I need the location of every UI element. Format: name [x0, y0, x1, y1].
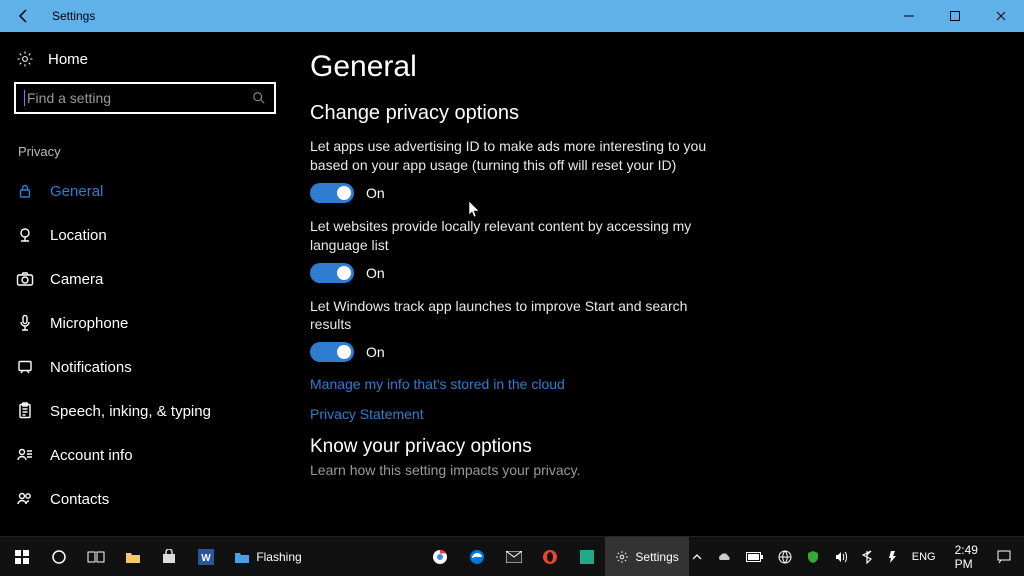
titlebar: Settings [0, 0, 1024, 32]
toggle-app-launches[interactable] [310, 342, 354, 362]
sidebar-item-contacts[interactable]: Contacts [14, 477, 282, 521]
taskbar: W Flashing Settings ENG 2:49 PM [0, 536, 1024, 576]
bluetooth-icon[interactable] [859, 537, 875, 576]
link-privacy-statement[interactable]: Privacy Statement [310, 406, 984, 422]
taskbar-app-store[interactable] [151, 537, 188, 576]
taskbar-app-word[interactable]: W [188, 537, 225, 576]
onedrive-icon[interactable] [713, 537, 735, 576]
taskbar-app-mail[interactable] [495, 537, 532, 576]
sidebar-item-location[interactable]: Location [14, 213, 282, 257]
network-icon[interactable] [775, 537, 795, 576]
taskbar-app-generic[interactable] [569, 537, 606, 576]
minimize-button[interactable] [886, 0, 932, 32]
taskbar-app-opera[interactable] [532, 537, 569, 576]
toggle-state-label: On [366, 185, 385, 201]
svg-text:W: W [201, 553, 211, 564]
link-manage-cloud[interactable]: Manage my info that's stored in the clou… [310, 376, 984, 392]
know-subtext: Learn how this setting impacts your priv… [310, 462, 984, 478]
start-button[interactable] [4, 537, 41, 576]
location-icon [16, 226, 34, 244]
taskbar-app-flashing[interactable]: Flashing [224, 537, 311, 576]
sidebar-item-label: Camera [50, 271, 103, 288]
option-description: Let Windows track app launches to improv… [310, 297, 730, 335]
search-input[interactable] [14, 82, 276, 114]
tray-overflow-icon[interactable] [689, 537, 705, 576]
option-advertising-id: Let apps use advertising ID to make ads … [310, 137, 730, 203]
page-title: General [310, 50, 984, 84]
know-title: Know your privacy options [310, 436, 984, 458]
home-label: Home [48, 51, 88, 68]
task-view-button[interactable] [77, 537, 114, 576]
contacts-icon [16, 490, 34, 508]
notifications-icon [16, 358, 34, 376]
option-description: Let apps use advertising ID to make ads … [310, 137, 730, 175]
sidebar: Home Privacy General Location Camera Mic… [0, 32, 300, 536]
taskbar-app-edge[interactable] [459, 537, 496, 576]
toggle-state-label: On [366, 344, 385, 360]
cortana-button[interactable] [41, 537, 78, 576]
sidebar-item-general[interactable]: General [14, 169, 282, 213]
taskbar-app-explorer[interactable] [114, 537, 151, 576]
option-app-launches: Let Windows track app launches to improv… [310, 297, 730, 363]
main-content: General Change privacy options Let apps … [300, 32, 1024, 536]
volume-icon[interactable] [831, 537, 851, 576]
back-button[interactable] [0, 0, 48, 32]
microphone-icon [16, 314, 34, 332]
home-button[interactable]: Home [14, 46, 282, 82]
taskbar-app-chrome[interactable] [422, 537, 459, 576]
taskbar-app-settings[interactable]: Settings [605, 537, 688, 576]
language-indicator[interactable]: ENG [909, 537, 939, 576]
sidebar-item-speech[interactable]: Speech, inking, & typing [14, 389, 282, 433]
sidebar-item-camera[interactable]: Camera [14, 257, 282, 301]
toggle-state-label: On [366, 265, 385, 281]
power-icon[interactable] [883, 537, 901, 576]
gear-icon [16, 50, 34, 68]
sidebar-item-account[interactable]: Account info [14, 433, 282, 477]
sidebar-item-label: Notifications [50, 359, 132, 376]
maximize-button[interactable] [932, 0, 978, 32]
option-language-list: Let websites provide locally relevant co… [310, 217, 730, 283]
taskbar-app-label: Settings [635, 550, 678, 564]
sidebar-item-label: Microphone [50, 315, 128, 332]
toggle-advertising-id[interactable] [310, 183, 354, 203]
sidebar-section-label: Privacy [18, 144, 282, 159]
camera-icon [16, 270, 34, 288]
sidebar-item-microphone[interactable]: Microphone [14, 301, 282, 345]
account-icon [16, 446, 34, 464]
sidebar-item-label: Location [50, 227, 107, 244]
sidebar-item-notifications[interactable]: Notifications [14, 345, 282, 389]
close-button[interactable] [978, 0, 1024, 32]
sidebar-item-label: Contacts [50, 491, 109, 508]
section-title: Change privacy options [310, 102, 984, 125]
toggle-language-list[interactable] [310, 263, 354, 283]
sidebar-item-label: Speech, inking, & typing [50, 403, 211, 420]
clipboard-icon [16, 402, 34, 420]
action-center-icon[interactable] [994, 537, 1014, 576]
search-icon [252, 91, 266, 105]
window-title: Settings [48, 9, 95, 23]
search-field[interactable] [27, 90, 252, 106]
defender-icon[interactable] [803, 537, 823, 576]
sidebar-item-label: Account info [50, 447, 133, 464]
battery-icon[interactable] [743, 537, 767, 576]
taskbar-app-label: Flashing [256, 550, 301, 564]
lock-icon [16, 182, 34, 200]
system-tray: ENG 2:49 PM [689, 537, 1020, 576]
option-description: Let websites provide locally relevant co… [310, 217, 730, 255]
clock[interactable]: 2:49 PM [947, 543, 986, 571]
sidebar-item-label: General [50, 183, 103, 200]
